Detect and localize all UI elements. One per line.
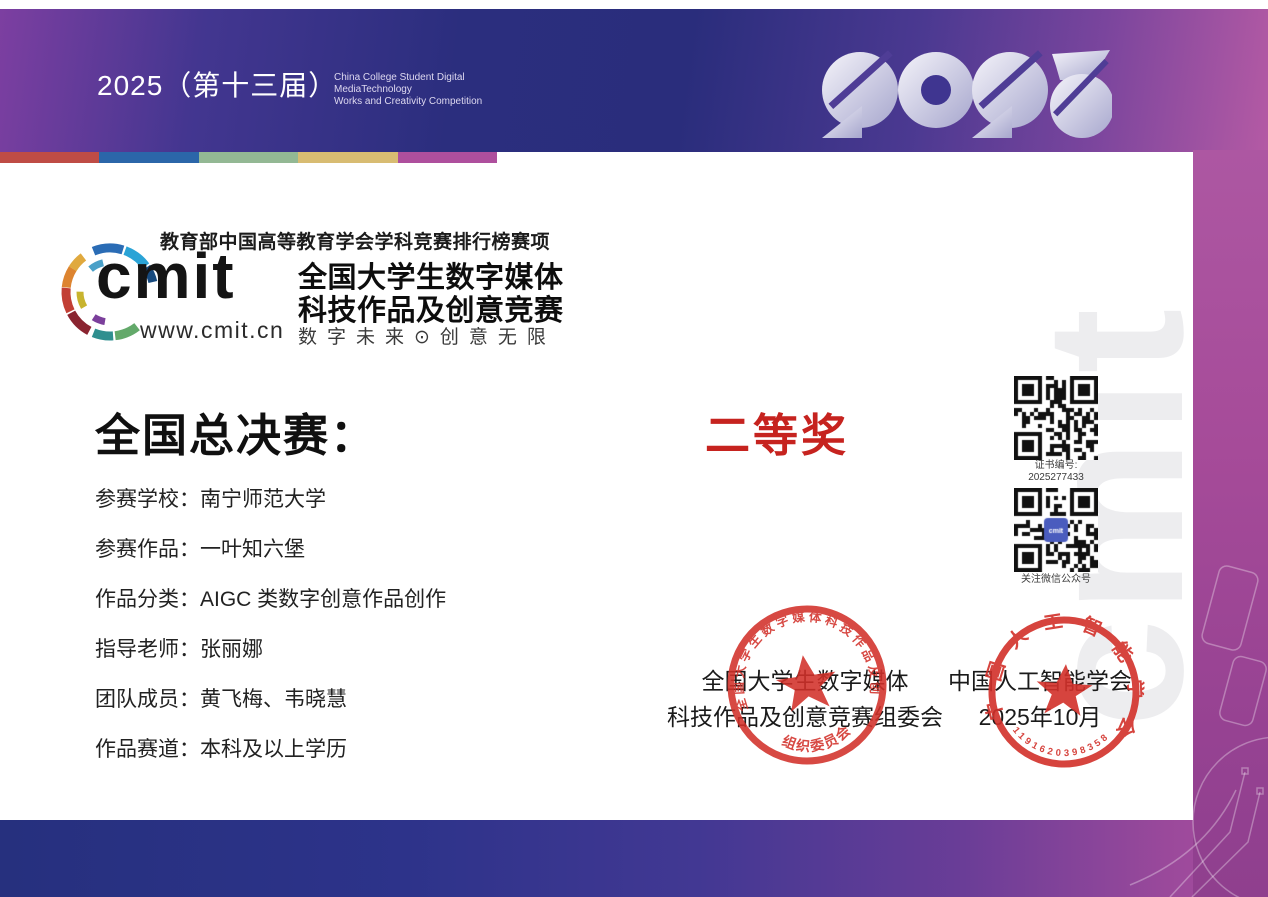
field-value: 黄飞梅、韦晓慧	[200, 688, 347, 711]
competition-english-subtitle: China College Student Digital MediaTechn…	[334, 72, 534, 108]
follow-account-label: 关注微信公众号	[1021, 574, 1091, 585]
organizing-committee-seal: 全国大学生数字媒体科技作品及创意竞赛 组织委员会	[721, 599, 887, 765]
edition-title: 2025（第十三届）	[97, 70, 338, 101]
field-row: 参赛作品： 一叶知六堡	[95, 539, 446, 560]
stripe-segment	[198, 152, 299, 163]
field-rows: 参赛学校： 南宁师范大学 参赛作品： 一叶知六堡 作品分类： AIGC 类数字创意作品创作…	[95, 489, 446, 789]
field-value: AIGC 类数字创意作品创作	[200, 588, 447, 611]
website-url: www.cmit.cn	[140, 317, 285, 343]
subtitle-line2: Works and Creativity Competition	[334, 96, 483, 107]
qr-code-wechat	[1014, 488, 1098, 572]
stripe-segment	[99, 152, 199, 163]
field-row: 作品分类： AIGC 类数字创意作品创作	[95, 589, 446, 610]
field-label: 团队成员：	[95, 688, 200, 711]
field-row: 作品赛道： 本科及以上学历	[95, 739, 446, 760]
stripe-segment	[298, 152, 398, 163]
field-label: 作品分类：	[95, 588, 200, 611]
field-value: 南宁师范大学	[200, 488, 326, 511]
accent-stripe	[0, 152, 498, 163]
right-accent-column	[1193, 150, 1268, 897]
logo-tagline: 数字未来⊙创意无限	[298, 327, 556, 348]
field-value: 本科及以上学历	[200, 738, 347, 761]
stripe-segment	[397, 152, 498, 163]
cert-label-text: 证书编号:	[1034, 460, 1078, 471]
footer-band	[0, 820, 1268, 897]
field-value: 张丽娜	[200, 638, 263, 661]
field-row: 参赛学校： 南宁师范大学	[95, 489, 446, 510]
field-label: 参赛作品：	[95, 538, 200, 561]
cmit-wordmark: cmit	[96, 240, 236, 312]
prize-text: 二等奖	[705, 410, 850, 461]
certificate-page: 2025（第十三届） China College Student Digital…	[0, 0, 1268, 897]
subtitle-line1: China College Student Digital MediaTechn…	[334, 72, 465, 95]
field-label: 参赛学校：	[95, 488, 200, 511]
qr-code-certificate	[1014, 376, 1098, 460]
field-value: 一叶知六堡	[200, 538, 305, 561]
top-white-strip	[0, 0, 1268, 9]
field-row: 指导老师： 张丽娜	[95, 639, 446, 660]
national-final-label: 全国总决赛：	[95, 410, 378, 461]
caai-seal: 中国人工智能学会 1191620398358	[979, 607, 1149, 768]
field-label: 作品赛道：	[95, 738, 200, 761]
stripe-segment	[0, 152, 100, 163]
cert-number: 2025277433	[1028, 472, 1084, 483]
field-label: 指导老师：	[95, 638, 200, 661]
field-row: 团队成员： 黄飞梅、韦晓慧	[95, 689, 446, 710]
year-2025-graphic	[822, 50, 1112, 138]
certificate-number-label: 证书编号: 2025277433	[988, 460, 1124, 484]
